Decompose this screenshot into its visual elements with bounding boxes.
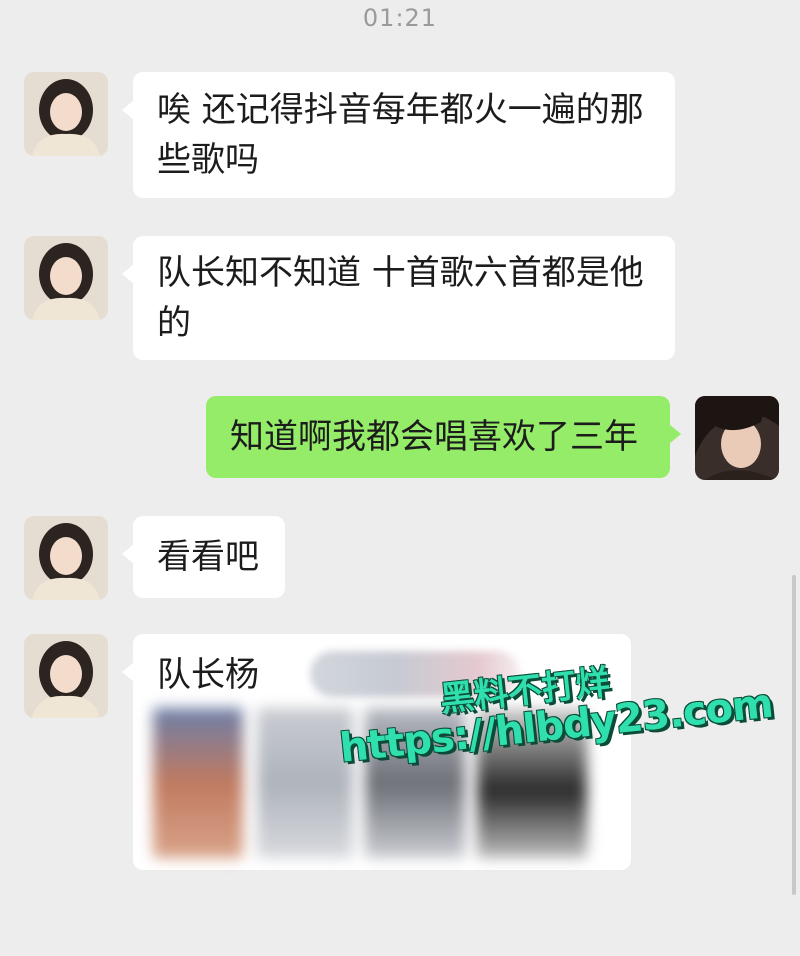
message-text: 看看吧 [157,537,259,577]
contact-avatar[interactable] [24,72,108,156]
contact-avatar[interactable] [24,634,108,718]
contact-avatar[interactable] [24,236,108,320]
bubble-tail [122,662,134,682]
message-bubble-incoming[interactable]: 队长知不知道 十首歌六首都是他的 [122,236,675,360]
status-time: 01:21 [362,4,438,32]
message-text: 队长知不知道 十首歌六首都是他的 [157,253,644,343]
card-title: 队长杨 [157,655,259,695]
scrollbar[interactable] [792,575,796,895]
message-bubble-incoming[interactable]: 看看吧 [122,516,285,598]
message-bubble-outgoing[interactable]: 知道啊我都会唱喜欢了三年 [206,396,681,478]
bubble-tail [122,544,134,564]
bubble-tail [122,100,134,120]
self-avatar[interactable] [695,396,779,480]
message-text: 知道啊我都会唱喜欢了三年 [230,417,638,457]
contact-avatar[interactable] [24,516,108,600]
message-bubble-incoming[interactable]: 唉 还记得抖音每年都火一遍的那些歌吗 [122,72,675,198]
bubble-tail [669,424,681,444]
message-text: 唉 还记得抖音每年都火一遍的那些歌吗 [157,90,644,180]
thumbnail [153,708,243,858]
bubble-tail [122,264,134,284]
